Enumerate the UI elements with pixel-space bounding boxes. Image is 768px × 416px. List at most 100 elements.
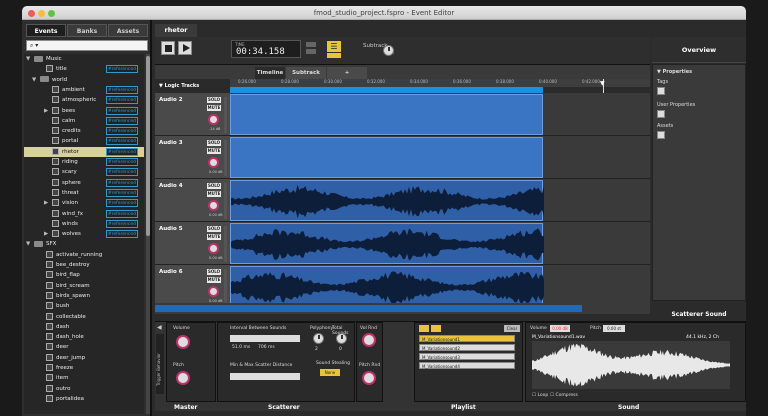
interval-slider[interactable] [230,335,300,342]
tree-item-bush[interactable]: bush [24,301,144,311]
tab-events[interactable]: Events [26,24,66,37]
tab-rhetor[interactable]: rhetor [155,24,197,37]
tab-assets[interactable]: Assets [108,24,148,37]
tree-item-deer[interactable]: deer [24,342,144,352]
tempo-button[interactable] [306,49,316,54]
playlist-item[interactable]: M_Variationsound1 [419,335,515,342]
tree-item-item[interactable]: item [24,373,144,383]
loop-toggle[interactable]: ☐ Loop [532,393,548,398]
search-input[interactable]: ⌕ ▾ [26,40,148,51]
tree-item-wolves[interactable]: ▶ wolves #referenced [24,229,144,239]
assets-icon[interactable] [657,131,665,139]
tree-item-outro[interactable]: outro [24,384,144,394]
solo-button[interactable]: SOLO [207,183,221,189]
sound-volume-field[interactable]: 0.00 dB [550,325,570,332]
audio-clip[interactable] [230,94,543,135]
expand-arrow-icon[interactable]: ▶ [44,198,52,208]
tree-item-dash[interactable]: dash [24,322,144,332]
subtrack-knob[interactable] [383,45,394,56]
tree-item-collectable[interactable]: collectable [24,312,144,322]
sound-pitch-field[interactable]: 0.00 st [603,325,625,332]
mute-button[interactable]: MUTE [207,234,221,240]
tree-item-portal[interactable]: portal #referenced [24,136,144,146]
compress-toggle[interactable]: ☐ Compress [550,393,578,398]
solo-button[interactable]: SOLO [207,140,221,146]
playlist-add-button[interactable] [419,325,429,332]
tree-item-winds[interactable]: winds #referenced [24,219,144,229]
vol-rnd-knob[interactable] [362,333,376,347]
master-pitch-knob[interactable] [176,371,190,385]
solo-button[interactable]: SOLO [207,226,221,232]
expand-arrow-icon[interactable]: ▼ [26,54,34,64]
tree-item-SFX[interactable]: ▼ SFX [24,239,144,249]
solo-button[interactable]: SOLO [207,97,221,103]
trigger-behavior-bar[interactable]: Trigger Behavior [156,334,164,394]
track-header[interactable]: Audio 5 SOLO MUTE 0.00 dB [155,222,230,265]
add-tab-button[interactable]: + [327,67,367,79]
tree-item-bird_scream[interactable]: bird_scream [24,281,144,291]
timeline-scrollbar-thumb[interactable] [155,305,582,312]
track-volume-knob[interactable] [208,200,219,211]
tab-banks[interactable]: Banks [67,24,107,37]
tree-item-Music[interactable]: ▼ Music [24,54,144,64]
track-volume-knob[interactable] [208,114,219,125]
sound-stealing-select[interactable]: None [320,369,340,376]
tree-item-ambient[interactable]: ambient #referenced [24,85,144,95]
tree-item-atmospheric[interactable]: atmospheric #referenced [24,95,144,105]
sound-waveform[interactable] [532,341,730,389]
logic-tracks-header[interactable]: ▼ Logic Tracks [155,79,230,93]
loop-toggle-button[interactable]: ☰ [327,41,341,52]
audio-clip[interactable] [230,137,543,178]
tree-item-freeze[interactable]: freeze [24,363,144,373]
mute-button[interactable]: MUTE [207,277,221,283]
track-lane[interactable] [230,136,650,179]
audio-clip[interactable] [230,266,544,307]
tree-item-portalidea[interactable]: portalidea [24,394,144,404]
play-button[interactable] [178,41,192,55]
tree-item-calm[interactable]: calm #referenced [24,116,144,126]
timeline-ruler[interactable]: 0:26.000 0:28.000 0:30.000 0:32.000 0:34.000… [230,79,650,87]
pitch-rnd-knob[interactable] [362,371,376,385]
stop-button[interactable] [161,41,175,55]
follow-playback-button[interactable] [327,53,341,58]
playlist-shuffle-button[interactable] [431,325,441,332]
tree-item-bees[interactable]: ▶ bees #referenced [24,106,144,116]
tree-item-activate_running[interactable]: activate_running [24,250,144,260]
track-volume-knob[interactable] [208,157,219,168]
expand-arrow-icon[interactable]: ▼ [32,75,40,85]
expand-arrow-icon[interactable]: ▼ [26,239,34,249]
track-volume-knob[interactable] [208,243,219,254]
scatter-distance-slider[interactable] [230,373,300,380]
track-lane[interactable] [230,222,650,265]
track-lane[interactable] [230,93,650,136]
tree-item-birds_spawn[interactable]: birds_spawn [24,291,144,301]
master-volume-knob[interactable] [176,335,190,349]
tree-item-scary[interactable]: scary #referenced [24,167,144,177]
playlist-item[interactable]: M_Variationsound2 [419,344,515,351]
track-lane[interactable] [230,265,650,308]
expand-arrow-icon[interactable]: ▶ [44,106,52,116]
tree-item-deer_jump[interactable]: deer_jump [24,353,144,363]
tree-item-threat[interactable]: threat #referenced [24,188,144,198]
tree-scrollbar-thumb[interactable] [146,56,150,236]
properties-header[interactable]: ▼ Properties [657,69,692,75]
playlist-clear-button[interactable]: Clear [504,325,520,332]
tree-item-bee_destroy[interactable]: bee_destroy [24,260,144,270]
tree-item-dash_hole[interactable]: dash_hole [24,332,144,342]
track-header[interactable]: Audio 3 SOLO MUTE 0.00 dB [155,136,230,179]
solo-button[interactable]: SOLO [207,269,221,275]
mute-button[interactable]: MUTE [207,148,221,154]
tags-icon[interactable] [657,87,665,95]
total-sounds-knob[interactable] [336,333,347,344]
track-lane[interactable] [230,179,650,222]
polyphony-knob[interactable] [313,333,324,344]
tab-timeline[interactable]: Timeline [255,67,285,79]
mute-button[interactable]: MUTE [207,191,221,197]
tree-item-title[interactable]: title #referenced [24,64,144,74]
track-header[interactable]: Audio 4 SOLO MUTE 0.00 dB [155,179,230,222]
tree-item-wind_fx[interactable]: wind_fx #referenced [24,209,144,219]
tree-item-vision[interactable]: ▶ vision #referenced [24,198,144,208]
playlist-item[interactable]: M_Variationsound3 [419,353,515,360]
tree-item-world[interactable]: ▼ world [24,75,144,85]
tab-subtrack[interactable]: Subtrack [286,67,326,79]
